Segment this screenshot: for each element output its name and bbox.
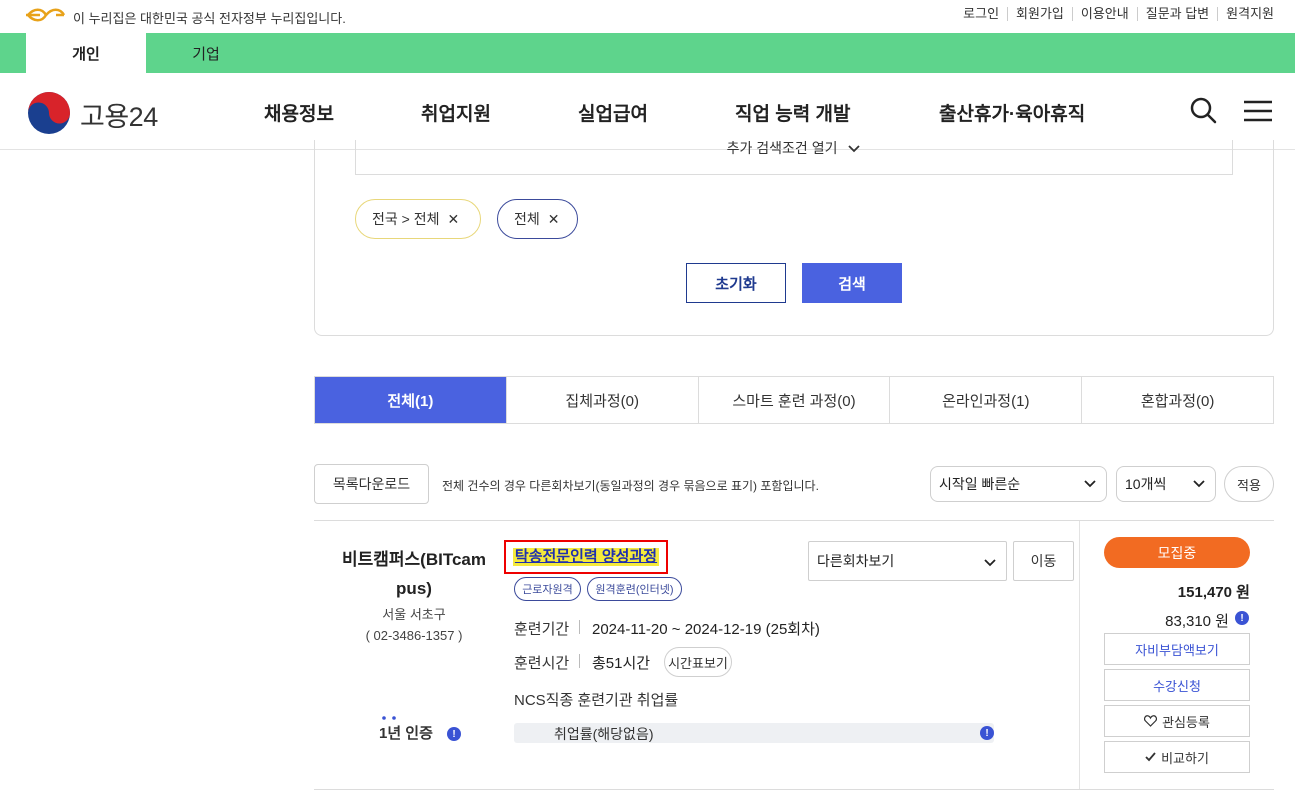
taegeuk-logo-icon[interactable] bbox=[27, 91, 71, 135]
filter-chip-label: 전국 > 전체 bbox=[372, 211, 440, 227]
guide-link[interactable]: 이용안내 bbox=[1071, 7, 1137, 21]
reset-button[interactable]: 초기화 bbox=[686, 263, 786, 303]
apply-button[interactable]: 적용 bbox=[1224, 466, 1274, 502]
row-separator bbox=[579, 654, 580, 668]
institution-location: 서울 서초구 bbox=[382, 607, 446, 622]
tab-blended[interactable]: 혼합과정(0) bbox=[1081, 377, 1273, 423]
course-type-tabs: 전체(1) 집체과정(0) 스마트 훈련 과정(0) 온라인과정(1) 혼합과정… bbox=[314, 376, 1274, 424]
chevron-down-icon bbox=[1193, 480, 1205, 488]
search-icon[interactable] bbox=[1189, 96, 1217, 124]
info-icon[interactable]: ! bbox=[1235, 611, 1249, 625]
hours-label: 훈련시간 bbox=[514, 655, 570, 672]
favorite-label: 관심등록 bbox=[1162, 714, 1210, 730]
course-title-highlight: 탁송전문인력 양성과정 bbox=[504, 540, 668, 574]
download-list-button[interactable]: 목록다운로드 bbox=[314, 464, 429, 504]
timetable-button[interactable]: 시간표보기 bbox=[664, 647, 732, 677]
card-bottom-border bbox=[314, 789, 1274, 790]
sort-select[interactable]: 시작일 빠른순 bbox=[930, 466, 1107, 502]
status-badge: 모집중 bbox=[1104, 537, 1250, 568]
page-size-select[interactable]: 10개씩 bbox=[1116, 466, 1216, 502]
egov-logo-icon bbox=[26, 8, 66, 22]
card-top-border bbox=[314, 520, 1274, 521]
user-type-tab-bar: 개인 기업 bbox=[0, 33, 1295, 73]
close-icon[interactable]: ✕ bbox=[447, 211, 459, 228]
nav-employment-support[interactable]: 취업지원 bbox=[421, 99, 491, 126]
course-price: 151,470 원 bbox=[1177, 584, 1250, 601]
course-tag: 근로자원격 bbox=[514, 577, 581, 601]
filter-chip-label: 전체 bbox=[514, 211, 540, 227]
certification-dots-icon bbox=[382, 716, 396, 720]
login-link[interactable]: 로그인 bbox=[955, 7, 1007, 21]
self-pay-price: 83,310 원 bbox=[1165, 613, 1229, 630]
utility-links: 로그인 회원가입 이용안내 질문과 답변 원격지원 bbox=[955, 7, 1274, 21]
institution-name-line2: pus) bbox=[396, 579, 432, 598]
sort-select-value: 시작일 빠른순 bbox=[939, 476, 1021, 492]
page-size-value: 10개씩 bbox=[1125, 476, 1167, 492]
search-button[interactable]: 검색 bbox=[802, 263, 902, 303]
ncs-employment-label: NCS직종 훈련기관 취업률 bbox=[514, 692, 679, 709]
institution-name[interactable]: 비트캠퍼스(BITcam pus) bbox=[334, 545, 494, 603]
nav-parental-leave[interactable]: 출산휴가·육아휴직 bbox=[939, 99, 1085, 126]
institution-phone: ( 02-3486-1357 ) bbox=[365, 628, 463, 643]
enroll-button[interactable]: 수강신청 bbox=[1104, 669, 1250, 701]
self-pay-button[interactable]: 자비부담액보기 bbox=[1104, 633, 1250, 665]
close-icon[interactable]: ✕ bbox=[548, 211, 560, 228]
gov-notice-text: 이 누리집은 대한민국 공식 전자정부 누리집입니다. bbox=[73, 11, 346, 26]
tab-individual[interactable]: 개인 bbox=[26, 33, 146, 73]
other-session-value: 다른회차보기 bbox=[817, 553, 895, 569]
favorite-button[interactable]: 관심등록 bbox=[1104, 705, 1250, 737]
institution-name-line1: 비트캠퍼스(BITcam bbox=[341, 550, 486, 569]
heart-icon bbox=[1144, 715, 1158, 727]
filter-chip-type[interactable]: 전체 ✕ bbox=[497, 199, 578, 239]
chevron-down-icon bbox=[984, 559, 996, 567]
tab-all[interactable]: 전체(1) bbox=[315, 377, 506, 423]
filter-chip-region[interactable]: 전국 > 전체 ✕ bbox=[355, 199, 481, 239]
other-session-select[interactable]: 다른회차보기 bbox=[808, 541, 1007, 581]
info-icon[interactable]: ! bbox=[980, 726, 994, 740]
period-label: 훈련기간 bbox=[514, 621, 570, 638]
course-title-link[interactable]: 탁송전문인력 양성과정 bbox=[512, 548, 660, 566]
chevron-down-icon bbox=[1084, 480, 1096, 488]
qna-link[interactable]: 질문과 답변 bbox=[1136, 7, 1217, 21]
signup-link[interactable]: 회원가입 bbox=[1007, 7, 1072, 21]
remote-support-link[interactable]: 원격지원 bbox=[1217, 7, 1274, 21]
gov-notice-bar: 이 누리집은 대한민국 공식 전자정부 누리집입니다. 로그인 회원가입 이용안… bbox=[0, 0, 1295, 33]
move-button[interactable]: 이동 bbox=[1013, 541, 1074, 581]
more-conditions-toggle[interactable]: 추가 검색조건 열기 bbox=[355, 140, 1233, 175]
row-separator bbox=[579, 620, 580, 634]
card-divider bbox=[1079, 521, 1080, 789]
period-value: 2024-11-20 ~ 2024-12-19 (25회차) bbox=[592, 621, 820, 638]
compare-label: 비교하기 bbox=[1161, 750, 1209, 766]
nav-vocational-training[interactable]: 직업 능력 개발 bbox=[735, 99, 850, 126]
hours-value: 총51시간 bbox=[592, 655, 651, 672]
site-logo-text[interactable]: 고용24 bbox=[80, 95, 158, 134]
more-conditions-label: 추가 검색조건 열기 bbox=[726, 140, 838, 156]
info-icon[interactable]: ! bbox=[447, 727, 461, 741]
tab-company[interactable]: 기업 bbox=[146, 33, 266, 73]
nav-unemployment-benefit[interactable]: 실업급여 bbox=[578, 99, 648, 126]
tab-online[interactable]: 온라인과정(1) bbox=[889, 377, 1081, 423]
hamburger-menu-icon[interactable] bbox=[1244, 100, 1272, 122]
compare-button[interactable]: 비교하기 bbox=[1104, 741, 1250, 773]
check-icon bbox=[1145, 752, 1156, 762]
employment-rate-text: 취업률(해당없음) bbox=[554, 726, 654, 742]
list-note: 전체 건수의 경우 다른회차보기(동일과정의 경우 묶음으로 표기) 포함입니다… bbox=[442, 479, 819, 493]
course-tag: 원격훈련(인터넷) bbox=[587, 577, 682, 601]
main-header: 고용24 채용정보 취업지원 실업급여 직업 능력 개발 출산휴가·육아휴직 bbox=[0, 73, 1295, 150]
certification-label: 1년 인증 bbox=[379, 725, 433, 742]
chevron-down-icon bbox=[848, 145, 860, 153]
tab-classroom[interactable]: 집체과정(0) bbox=[505, 377, 698, 423]
tab-smart-training[interactable]: 스마트 훈련 과정(0) bbox=[697, 377, 890, 423]
nav-jobs[interactable]: 채용정보 bbox=[264, 99, 334, 126]
